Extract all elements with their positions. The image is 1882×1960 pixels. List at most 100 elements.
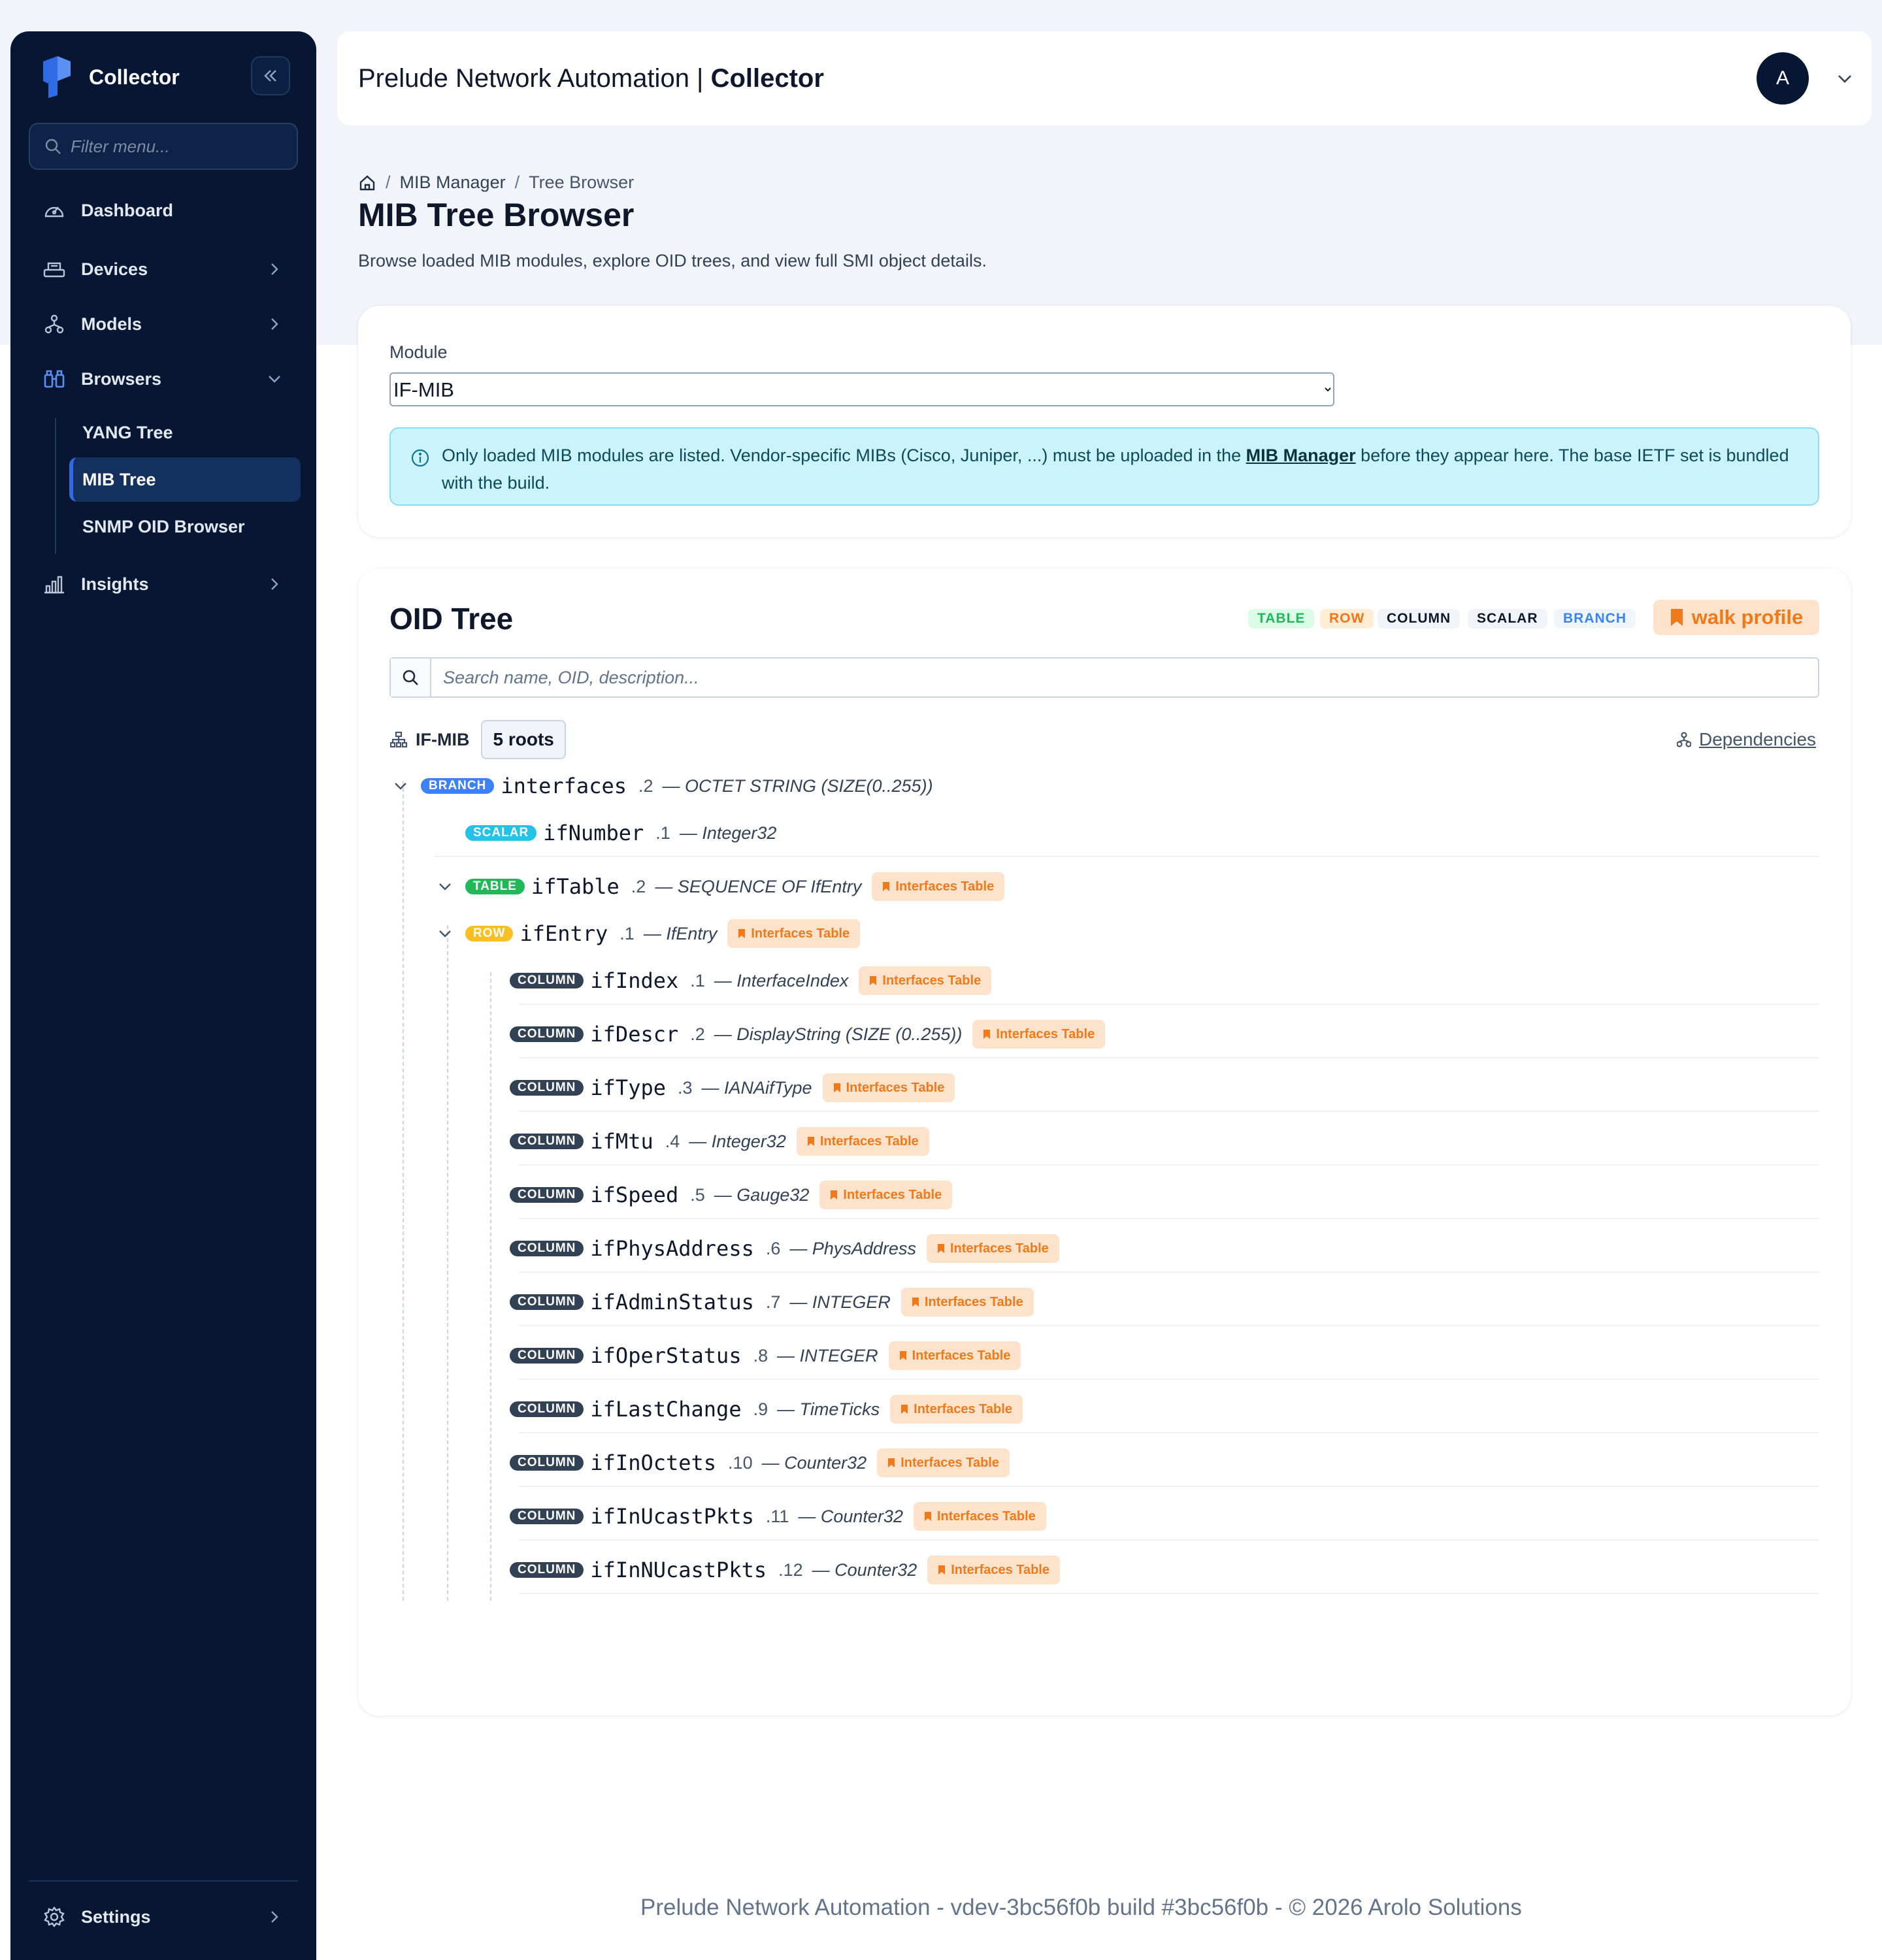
node-name: ifInUcastPkts [590,1504,754,1529]
node-type: — Integer32 [689,1131,786,1151]
sitemap-icon [389,731,408,748]
node-type: — Gauge32 [714,1184,810,1205]
double-chevron-left-icon [264,70,276,82]
tree-search-input[interactable] [431,667,1804,688]
walk-profile-button[interactable]: walk profile [1653,600,1819,635]
row-divider [519,1057,1819,1058]
interfaces-table-tag[interactable]: Interfaces Table [927,1556,1061,1584]
node-kind-badge: SCALAR [465,825,537,841]
node-oid: .6 [765,1238,781,1258]
legend-row: ROW [1320,609,1374,629]
oid-tree-title: OID Tree [389,602,514,636]
oid-tree-card: OID Tree TABLE ROW COLUMN SCALAR BRANCH … [358,568,1851,1716]
app-title-strong: Collector [710,63,824,93]
nav-settings[interactable]: Settings [29,1896,298,1938]
interfaces-table-tag[interactable]: Interfaces Table [877,1448,1010,1477]
tree-node-ifOperStatus[interactable]: COLUMN ifOperStatus .8 — INTEGER Interfaces … [510,1341,1021,1371]
interfaces-table-tag[interactable]: Interfaces Table [972,1020,1106,1049]
nav-label: Models [81,314,142,334]
interfaces-table-tag[interactable]: Interfaces Table [888,1341,1021,1370]
tree-node-ifInNUcastPkts[interactable]: COLUMN ifInNUcastPkts .12 — Counter32 Interf… [510,1555,1061,1585]
interfaces-table-tag[interactable]: Interfaces Table [859,966,992,995]
filter-menu[interactable] [29,123,298,170]
interfaces-table-tag[interactable]: Interfaces Table [819,1181,953,1209]
tree-node-ifInOctets[interactable]: COLUMN ifInOctets .10 — Counter32 Interfaces… [510,1448,1010,1478]
chevron-down-icon[interactable] [389,775,412,797]
collapse-sidebar-button[interactable] [251,56,290,95]
filter-menu-input[interactable] [71,136,293,157]
tree-node-ifMtu[interactable]: COLUMN ifMtu .4 — Integer32 Interfaces Table [510,1126,929,1156]
search-button[interactable] [391,659,431,696]
row-divider [519,1218,1819,1219]
sidebar-item-mib-tree[interactable]: MIB Tree [69,457,301,502]
interfaces-table-tag[interactable]: Interfaces Table [822,1073,955,1102]
row-divider [519,1004,1819,1005]
bookmark-icon [924,1512,931,1521]
tree-node-ifDescr[interactable]: COLUMN ifDescr .2 — DisplayString (SIZE (0.… [510,1019,1106,1049]
tree-node-ifLastChange[interactable]: COLUMN ifLastChange .9 — TimeTicks Interface… [510,1394,1023,1424]
interfaces-table-tag[interactable]: Interfaces Table [913,1502,1046,1531]
chevron-right-icon [271,263,278,275]
bookmark-icon [870,976,877,985]
search-icon [403,670,418,685]
chevron-right-icon [271,1911,278,1923]
search-icon [45,139,61,154]
module-select[interactable]: IF-MIB [389,372,1334,406]
bar-chart-icon [44,576,64,594]
tree-node-ifInUcastPkts[interactable]: COLUMN ifInUcastPkts .11 — Counter32 Interfa… [510,1501,1046,1531]
interfaces-table-tag[interactable]: Interfaces Table [890,1395,1023,1424]
avatar[interactable]: A [1757,52,1809,105]
gear-icon [44,1906,65,1927]
footer: Prelude Network Automation - vdev-3bc56f… [640,1895,1522,1920]
legend-scalar: SCALAR [1468,609,1547,629]
node-kind-badge: COLUMN [510,1026,584,1042]
node-kind-badge: COLUMN [510,1509,584,1524]
sidebar: Collector Dashboard Devices Models Brows… [10,31,316,1960]
breadcrumb-mib-manager[interactable]: MIB Manager [400,172,506,193]
nav-devices[interactable]: Devices [29,248,298,290]
tag-label: Interfaces Table [900,1455,999,1470]
binoculars-icon [44,370,65,388]
node-name: ifOperStatus [590,1343,742,1368]
nav-browsers[interactable]: Browsers [29,358,298,400]
chevron-down-icon[interactable] [434,875,456,898]
node-kind-badge: COLUMN [510,1134,584,1149]
tree-node-ifTable[interactable]: TABLE ifTable .2 — SEQUENCE OF IfEntry Inter… [434,872,1005,902]
nav-models[interactable]: Models [29,303,298,345]
node-kind-badge: COLUMN [510,1562,584,1578]
tree-node-ifEntry[interactable]: ROW ifEntry .1 — IfEntry Interfaces Table [434,919,861,949]
interfaces-table-tag[interactable]: Interfaces Table [796,1127,929,1156]
node-kind-badge: COLUMN [510,1348,584,1364]
row-divider [519,1164,1819,1166]
home-icon[interactable] [358,174,376,192]
chevron-down-icon[interactable] [1835,69,1855,89]
interfaces-table-tag[interactable]: Interfaces Table [900,1288,1034,1316]
sidebar-item-snmp-oid-browser[interactable]: SNMP OID Browser [69,504,301,549]
nav-dashboard[interactable]: Dashboard [29,189,298,231]
interfaces-table-tag[interactable]: Interfaces Table [872,872,1005,901]
tree-node-ifPhysAddress[interactable]: COLUMN ifPhysAddress .6 — PhysAddress Interf… [510,1233,1059,1264]
tag-label: Interfaces Table [996,1026,1095,1041]
nav-insights[interactable]: Insights [29,563,298,605]
nav-label: Devices [81,259,148,279]
node-type: — IANAifType [701,1077,812,1098]
dependencies-icon [1677,732,1691,747]
tree-node-ifSpeed[interactable]: COLUMN ifSpeed .5 — Gauge32 Interfaces Table [510,1180,953,1210]
dependencies-link[interactable]: Dependencies [1677,729,1816,750]
brand[interactable]: Collector [41,56,180,98]
node-name: ifInOctets [590,1450,717,1475]
interfaces-table-tag[interactable]: Interfaces Table [727,919,861,948]
sidebar-item-yang-tree[interactable]: YANG Tree [69,410,301,455]
tree-node-ifType[interactable]: COLUMN ifType .3 — IANAifType Interfaces Tab… [510,1073,955,1103]
tree-node-interfaces[interactable]: BRANCH interfaces .2 — OCTET STRING (SIZE(0… [389,771,933,801]
row-divider [519,1111,1819,1112]
tree-node-ifNumber[interactable]: SCALAR ifNumber .1 — Integer32 [465,818,776,848]
tag-label: Interfaces Table [882,973,982,988]
chevron-right-icon [271,578,278,590]
mib-manager-link[interactable]: MIB Manager [1246,446,1356,465]
tag-label: Interfaces Table [751,926,850,941]
chevron-down-icon[interactable] [434,923,456,945]
tree-node-ifIndex[interactable]: COLUMN ifIndex .1 — InterfaceIndex Interface… [510,966,992,996]
interfaces-table-tag[interactable]: Interfaces Table [926,1234,1059,1263]
tree-node-ifAdminStatus[interactable]: COLUMN ifAdminStatus .7 — INTEGER Interfaces… [510,1287,1034,1317]
